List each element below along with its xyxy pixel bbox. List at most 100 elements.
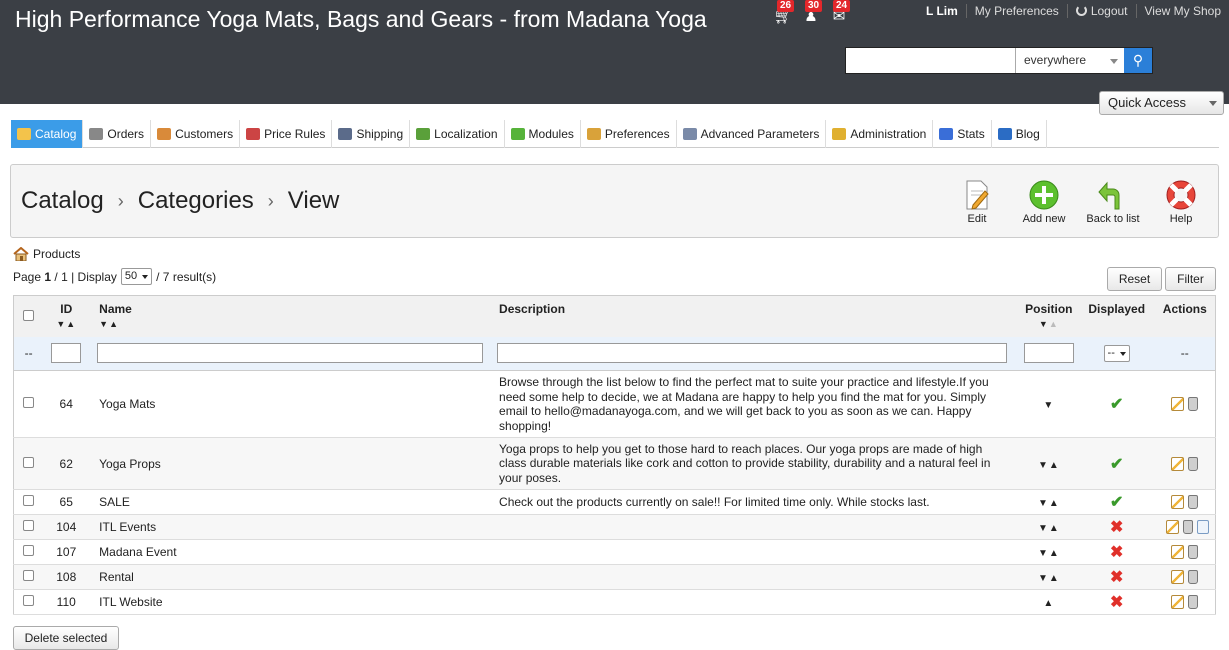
view-icon[interactable] — [1197, 520, 1209, 535]
position-sort-arrows[interactable]: ▼▲ — [1019, 319, 1079, 329]
tab-catalog[interactable]: Catalog — [11, 120, 84, 148]
tab-modules[interactable]: Modules — [505, 120, 581, 148]
customers-count-badge: 30 — [805, 0, 823, 12]
position-arrows[interactable]: ▼▲ — [1038, 573, 1060, 584]
reset-button[interactable]: Reset — [1107, 267, 1162, 291]
edit-icon[interactable] — [1171, 397, 1185, 412]
my-preferences-link[interactable]: My Preferences — [967, 4, 1068, 18]
filter-button[interactable]: Filter — [1165, 267, 1216, 291]
row-name: Yoga Props — [89, 437, 496, 490]
user-nav: L Lim My Preferences Logout View My Shop — [918, 4, 1229, 18]
name-filter-input[interactable] — [97, 343, 484, 364]
edit-icon[interactable] — [1171, 545, 1185, 560]
tab-localization[interactable]: Localization — [410, 120, 505, 148]
quick-access-select[interactable]: Quick Access — [1099, 91, 1224, 115]
display-count-select[interactable]: 50 — [120, 268, 153, 285]
edit-button[interactable]: Edit — [947, 179, 1007, 225]
tab-advanced-parameters[interactable]: Advanced Parameters — [677, 120, 827, 148]
products-link[interactable]: Products — [13, 246, 80, 262]
tab-blog[interactable]: Blog — [992, 120, 1047, 148]
search-button[interactable]: ⚲ — [1124, 48, 1152, 73]
edit-icon[interactable] — [1171, 456, 1185, 471]
tab-shipping[interactable]: Shipping — [332, 120, 411, 148]
tab-price-rules[interactable]: Price Rules — [240, 120, 333, 148]
id-sort-arrows[interactable]: ▼▲ — [43, 319, 89, 329]
orders-notification[interactable]: 🛒︎ 26 — [773, 0, 795, 26]
displayed-check-icon[interactable]: ✔ — [1110, 494, 1123, 511]
page-current: 1 — [44, 269, 52, 284]
tab-stats[interactable]: Stats — [933, 120, 992, 148]
trash-icon[interactable] — [1188, 495, 1199, 510]
tab-customers[interactable]: Customers — [151, 120, 241, 148]
logout-link[interactable]: Logout — [1068, 4, 1137, 18]
add-new-button[interactable]: Add new — [1014, 179, 1074, 225]
add-icon — [1029, 180, 1059, 210]
lifebuoy-icon — [1166, 180, 1196, 210]
trash-icon[interactable] — [1188, 570, 1199, 585]
displayed-filter-select[interactable]: -- — [1103, 344, 1130, 362]
back-to-list-label: Back to list — [1086, 213, 1140, 225]
pagination-info: Page 1 / 1 | Display 50 / 7 result(s) — [13, 268, 216, 285]
table-row[interactable]: 62 Yoga Props Yoga props to help you get t… — [13, 437, 1216, 490]
messages-notification[interactable]: ✉ 24 — [829, 0, 851, 26]
description-filter-input[interactable] — [497, 343, 1008, 364]
position-arrows[interactable]: ▼ — [1043, 400, 1054, 411]
results-count: / 7 result(s) — [156, 269, 217, 284]
not-displayed-cross-icon[interactable]: ✖ — [1110, 594, 1123, 611]
column-header-position: Position — [1025, 302, 1073, 316]
row-checkbox[interactable] — [23, 456, 35, 468]
table-row[interactable]: 64 Yoga Mats Browse through the list below… — [13, 370, 1216, 438]
breadcrumb-catalog[interactable]: Catalog — [21, 187, 104, 215]
table-row[interactable]: 108 Rental ▼▲ ✖ — [13, 564, 1216, 590]
edit-icon[interactable] — [1166, 520, 1179, 535]
row-checkbox[interactable] — [23, 520, 35, 531]
not-displayed-cross-icon[interactable]: ✖ — [1110, 519, 1123, 536]
trash-icon[interactable] — [1183, 520, 1193, 535]
table-row[interactable]: 104 ITL Events ▼▲ ✖ — [13, 514, 1216, 540]
search-scope-select[interactable]: everywhere — [1016, 48, 1124, 73]
position-arrows[interactable]: ▼▲ — [1038, 523, 1060, 534]
help-button[interactable]: Help — [1151, 179, 1211, 225]
position-arrows[interactable]: ▼▲ — [1038, 548, 1060, 559]
messages-count-badge: 24 — [833, 0, 851, 12]
not-displayed-cross-icon[interactable]: ✖ — [1110, 569, 1123, 586]
edit-icon[interactable] — [1171, 495, 1185, 510]
wrench-icon — [682, 128, 697, 140]
trash-icon[interactable] — [1188, 397, 1199, 412]
search-input[interactable] — [846, 48, 1016, 73]
table-row[interactable]: 110 ITL Website ▲ ✖ — [13, 589, 1216, 615]
row-checkbox[interactable] — [23, 595, 35, 606]
tab-orders[interactable]: Orders — [83, 120, 152, 148]
position-filter-input[interactable] — [1023, 343, 1074, 364]
displayed-check-icon[interactable]: ✔ — [1110, 456, 1123, 473]
edit-icon[interactable] — [1171, 595, 1185, 610]
name-sort-arrows[interactable]: ▼▲ — [99, 319, 495, 329]
not-displayed-cross-icon[interactable]: ✖ — [1110, 544, 1123, 561]
column-header-actions: Actions — [1162, 302, 1207, 316]
tab-preferences[interactable]: Preferences — [581, 120, 677, 148]
row-checkbox[interactable] — [23, 397, 35, 408]
row-checkbox[interactable] — [23, 570, 35, 581]
position-arrows[interactable]: ▲ — [1043, 598, 1054, 609]
view-shop-link[interactable]: View My Shop — [1137, 4, 1229, 18]
categories-table: ID ▼▲ Name ▼▲ Description Position ▼▲ Di… — [13, 295, 1216, 615]
breadcrumb-categories[interactable]: Categories — [138, 187, 254, 215]
trash-icon[interactable] — [1188, 545, 1199, 560]
trash-icon[interactable] — [1188, 595, 1199, 610]
user-name[interactable]: L Lim — [918, 4, 967, 18]
table-row[interactable]: 65 SALE Check out the products currently o… — [13, 489, 1216, 515]
row-checkbox[interactable] — [23, 495, 35, 506]
edit-icon[interactable] — [1171, 570, 1185, 585]
customers-notification[interactable]: ♟ 30 — [801, 0, 823, 26]
tab-administration[interactable]: Administration — [826, 120, 934, 148]
select-all-checkbox[interactable] — [23, 310, 35, 321]
displayed-check-icon[interactable]: ✔ — [1110, 396, 1123, 413]
delete-selected-button[interactable]: Delete selected — [13, 626, 119, 650]
trash-icon[interactable] — [1188, 456, 1199, 471]
id-filter-input[interactable] — [51, 343, 82, 364]
row-checkbox[interactable] — [23, 545, 35, 556]
position-arrows[interactable]: ▼▲ — [1038, 498, 1060, 509]
table-row[interactable]: 107 Madana Event ▼▲ ✖ — [13, 539, 1216, 565]
position-arrows[interactable]: ▼▲ — [1038, 460, 1060, 471]
back-to-list-button[interactable]: Back to list — [1083, 179, 1143, 225]
